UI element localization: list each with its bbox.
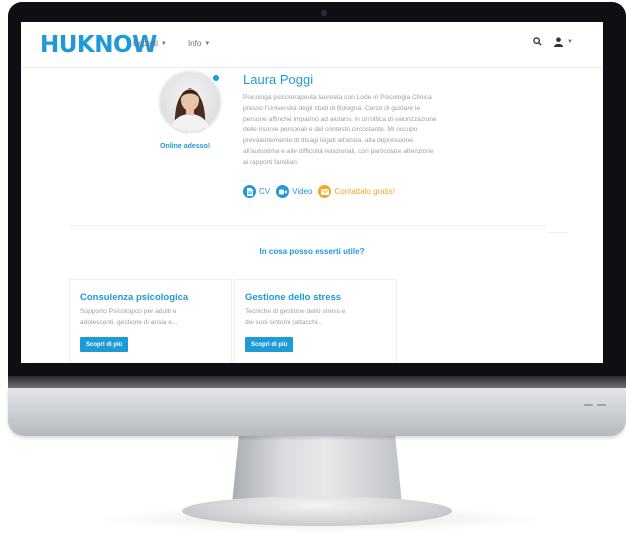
service-card-desc: Supporto Psicologico per adulti e adoles… [80, 307, 220, 328]
contact-button[interactable]: Contattalo gratis! [318, 185, 395, 198]
desc-line: Tecniche di gestione dello stress e [245, 308, 346, 315]
profile-actions: CV Video Contattalo gratis! [243, 185, 395, 198]
online-status-dot [212, 74, 220, 82]
document-icon [243, 185, 256, 198]
nav-esperti-dropdown[interactable]: Esperti ▼ [133, 39, 167, 48]
chevron-down-icon: ▼ [567, 39, 573, 45]
service-card: Consulenza psicologica Supporto Psicolog… [69, 279, 232, 363]
service-card: Gestione dello stress Tecniche di gestio… [234, 279, 397, 363]
cv-button[interactable]: CV [243, 185, 270, 198]
section-divider [69, 225, 547, 226]
bio-line: presso l'Università degli studi di Bolog… [243, 104, 421, 112]
chevron-down-icon: ▼ [160, 40, 167, 47]
search-icon[interactable] [533, 37, 542, 48]
monitor-stand-base [182, 496, 452, 526]
nav-esperti-label: Esperti [133, 39, 158, 48]
nav-info-dropdown[interactable]: Info ▼ [188, 39, 210, 48]
bio-line: Psicologa psicoterapeuta laureata con Lo… [243, 94, 432, 101]
monitor-bottom-edge [8, 376, 626, 388]
learn-more-button[interactable]: Scopri di più [80, 337, 129, 352]
service-card-desc: Tecniche di gestione dello stress e dei … [245, 307, 385, 328]
bio-line: ai rapporti familiari. [243, 158, 299, 166]
expert-bio: Psicologa psicoterapeuta laureata con Lo… [243, 93, 485, 169]
top-navbar: HUKNOW Esperti ▼ Info ▼ ▼ [21, 22, 603, 68]
chin-vent-dots [584, 404, 606, 406]
service-card-title: Gestione dello stress [245, 292, 342, 303]
service-card-title: Consulenza psicologica [80, 292, 189, 303]
services-heading: In cosa posso esserti utile? [259, 247, 365, 256]
learn-more-button[interactable]: Scopri di più [245, 337, 294, 352]
desc-line: Supporto Psicologico per adulti e [80, 308, 177, 315]
contact-label: Contattalo gratis! [334, 187, 395, 196]
section-divider-end [547, 232, 567, 233]
bio-line: delle risorse personali e del contesto c… [243, 126, 418, 134]
online-status-label: Online adesso! [160, 143, 211, 150]
cv-label: CV [259, 187, 271, 196]
bio-line: all'autostima e alle difficoltà relazion… [243, 147, 434, 155]
bio-line: persone affinché imparino ad aiutarsi, i… [243, 115, 437, 123]
profile-avatar [158, 70, 222, 134]
chevron-down-icon: ▼ [204, 40, 211, 47]
desc-line: dei suoi sintomi (attacchi... [245, 318, 323, 326]
video-camera-icon [276, 185, 290, 198]
nav-info-label: Info [188, 39, 202, 48]
bio-line: prevalentemente di disagi legati all'ans… [243, 137, 415, 145]
camera-icon [321, 10, 327, 16]
user-menu[interactable]: ▼ [554, 37, 573, 47]
desc-line: adolescenti, gestione di ansia e... [80, 318, 178, 326]
monitor-chin [8, 388, 626, 436]
mail-icon [318, 185, 332, 198]
video-button[interactable]: Video [276, 185, 312, 198]
video-label: Video [292, 187, 313, 196]
expert-name: Laura Poggi [243, 72, 314, 87]
screen: HUKNOW Esperti ▼ Info ▼ ▼ Online adesso!… [21, 22, 603, 363]
user-icon [554, 37, 563, 47]
monitor-stand-neck [232, 436, 402, 504]
